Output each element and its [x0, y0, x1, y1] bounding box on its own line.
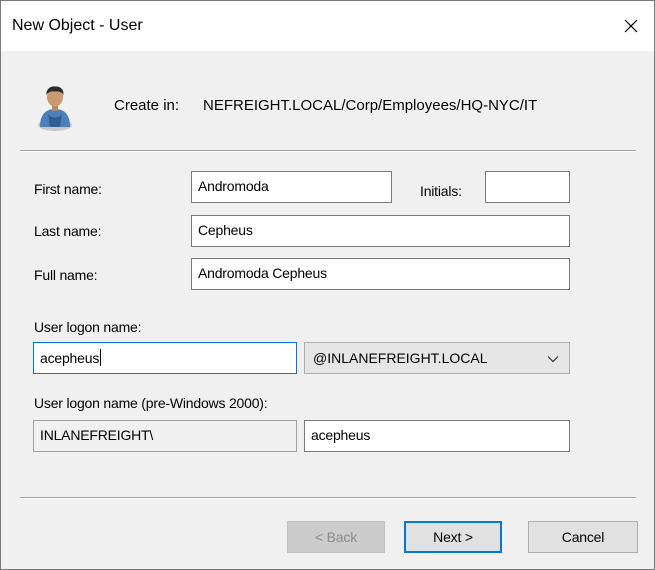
header-separator — [20, 150, 636, 152]
logon-name-label: User logon name: — [34, 319, 142, 335]
create-in-label: Create in: — [114, 97, 180, 114]
domain-suffix-dropdown[interactable]: @INLANEFREIGHT.LOCAL — [304, 342, 570, 374]
pre2000-label: User logon name (pre-Windows 2000): — [34, 395, 268, 411]
full-name-label: Full name: — [34, 267, 98, 283]
full-name-value: Andromoda Cepheus — [198, 265, 327, 281]
initials-label: Initials: — [420, 183, 462, 199]
first-name-label: First name: — [34, 181, 102, 197]
logon-name-value: acepheus — [40, 350, 100, 366]
first-name-value: Andromoda — [198, 178, 269, 194]
next-button[interactable]: Next > — [404, 521, 502, 553]
cancel-button[interactable]: Cancel — [528, 521, 638, 553]
title-bar: New Object - User — [1, 1, 654, 51]
user-icon — [38, 86, 72, 131]
first-name-field[interactable]: Andromoda — [191, 171, 392, 203]
pre2000-logon-value: acepheus — [311, 427, 371, 443]
pre2000-domain-value: INLANEFREIGHT\ — [40, 427, 154, 443]
window-title: New Object - User — [12, 17, 143, 34]
pre2000-domain-field: INLANEFREIGHT\ — [33, 420, 297, 452]
full-name-field[interactable]: Andromoda Cepheus — [191, 258, 570, 290]
last-name-label: Last name: — [34, 223, 102, 239]
logon-name-field[interactable]: acepheus — [33, 342, 297, 374]
last-name-field[interactable]: Cepheus — [191, 215, 570, 247]
back-button[interactable]: < Back — [287, 521, 385, 553]
chevron-down-icon — [547, 356, 559, 363]
footer-separator — [20, 497, 636, 499]
create-in-path: NEFREIGHT.LOCAL/Corp/Employees/HQ-NYC/IT — [203, 97, 538, 114]
text-caret — [100, 349, 102, 366]
close-button[interactable] — [608, 1, 654, 51]
domain-suffix-value: @INLANEFREIGHT.LOCAL — [313, 350, 488, 366]
pre2000-logon-field[interactable]: acepheus — [304, 420, 570, 452]
close-icon — [624, 19, 638, 33]
new-object-user-dialog: New Object - User Create in: NEFREIGHT.L… — [0, 0, 655, 570]
last-name-value: Cepheus — [198, 222, 253, 238]
initials-field[interactable] — [485, 171, 570, 203]
